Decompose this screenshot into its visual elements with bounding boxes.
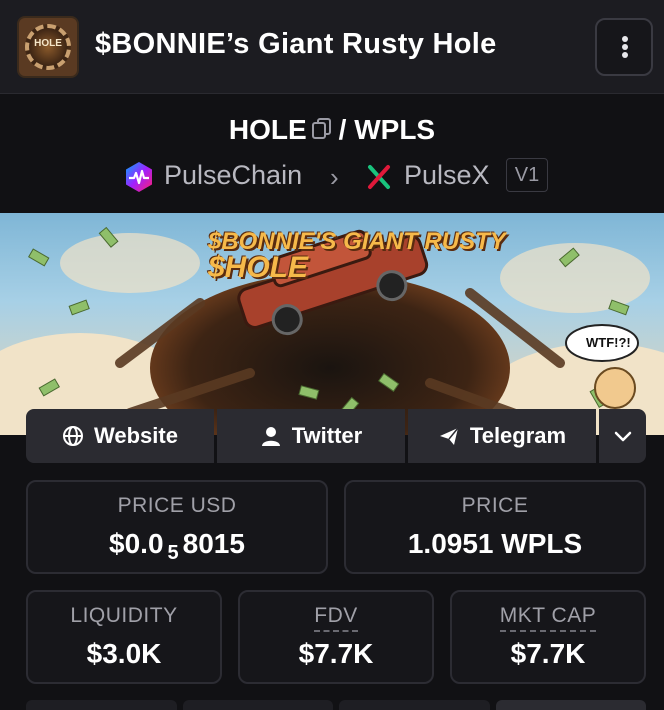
pulsex-icon	[368, 165, 390, 189]
twitter-button[interactable]: Twitter	[217, 409, 405, 463]
pair-title: HOLE / WPLS	[0, 114, 664, 146]
send-icon	[439, 427, 459, 445]
banner-headline: $BONNIE'S GIANT RUSTY $HOLE	[208, 228, 506, 284]
twitter-label: Twitter	[291, 423, 363, 448]
pair-separator: /	[338, 114, 347, 145]
fdv-value: $7.7K	[298, 638, 374, 669]
chevron-right-icon: ›	[330, 162, 339, 192]
website-button[interactable]: Website	[26, 409, 214, 463]
liquidity-card: LIQUIDITY $3.0K	[26, 590, 222, 684]
liquidity-value: $3.0K	[86, 638, 162, 669]
price-usd-label: PRICE USD	[117, 494, 237, 517]
base-token-symbol: HOLE	[228, 114, 307, 145]
more-vertical-icon	[622, 36, 628, 42]
next-section-tabs	[26, 700, 646, 710]
price-value: 1.0951 WPLS	[407, 528, 583, 559]
mktcap-card[interactable]: MKT CAP $7.7K	[450, 590, 646, 684]
liquidity-label: LIQUIDITY	[70, 604, 178, 627]
chain-link[interactable]: PulseChain	[164, 160, 302, 191]
quote-token-symbol: WPLS	[354, 114, 436, 145]
globe-icon	[63, 426, 84, 446]
chevron-down-icon	[614, 431, 631, 442]
telegram-button[interactable]: Telegram	[408, 409, 596, 463]
price-usd-value: $0.0 5 8015	[109, 528, 245, 564]
banner-bubble-text: WTF!?!	[586, 335, 631, 350]
copy-icon[interactable]	[311, 118, 331, 140]
fdv-label: FDV	[314, 604, 358, 632]
header-bar: HOLE $BONNIE’s Giant Rusty Hole	[0, 0, 664, 94]
token-title: $BONNIE’s Giant Rusty Hole	[95, 28, 497, 60]
token-logo: HOLE	[17, 16, 79, 78]
dex-version-badge: V1	[506, 158, 548, 192]
token-banner-image: $BONNIE'S GIANT RUSTY $HOLE WTF!?!	[0, 213, 664, 435]
mktcap-label: MKT CAP	[499, 604, 597, 632]
user-icon	[261, 427, 280, 446]
more-links-button[interactable]	[599, 409, 646, 463]
mktcap-value: $7.7K	[510, 638, 586, 669]
telegram-label: Telegram	[469, 423, 567, 448]
dex-link[interactable]: PulseX	[404, 160, 490, 191]
more-menu-button[interactable]	[595, 18, 653, 76]
price-card: PRICE 1.0951 WPLS	[344, 480, 646, 574]
social-links: Website Twitter Telegram	[26, 409, 646, 463]
price-usd-card: PRICE USD $0.0 5 8015	[26, 480, 328, 574]
website-label: Website	[94, 423, 178, 448]
chain-breadcrumb: PulseChain › PulseX V1	[0, 158, 664, 194]
pulsechain-icon	[126, 162, 152, 192]
price-label: PRICE	[461, 494, 529, 517]
fdv-card[interactable]: FDV $7.7K	[238, 590, 434, 684]
